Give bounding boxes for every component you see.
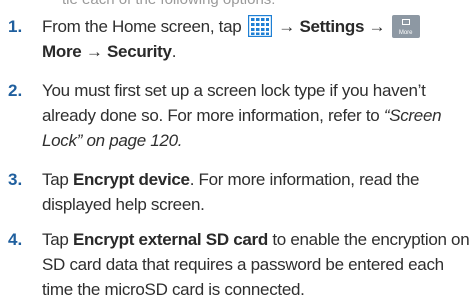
arrow: → (368, 17, 386, 36)
step-text: Tap Encrypt device. For more information… (42, 167, 470, 217)
apps-grid-icon (247, 15, 272, 37)
encrypt-device-label: Encrypt device (72, 170, 190, 189)
step-number: 3. (8, 170, 23, 189)
settings-label: Settings (299, 17, 365, 36)
step-text: You must first set up a screen lock type… (42, 78, 470, 153)
more-settings-icon: More (391, 15, 420, 38)
step-text-part: You must first set up a screen lock type… (42, 81, 426, 125)
step-number: 1. (8, 17, 23, 36)
step-text: Tap Encrypt external SD card to enable t… (42, 227, 470, 302)
step-text: From the Home screen, tap → Settings → M… (42, 14, 470, 64)
more-label: More (42, 42, 82, 61)
cropped-text-line: tle each of the following options: (62, 0, 275, 8)
manual-page: tle each of the following options: 1. Fr… (0, 0, 473, 303)
more-icon-label: More (398, 30, 413, 36)
step-number: 4. (8, 230, 23, 249)
step-number: 2. (8, 81, 23, 100)
arrow: → (278, 17, 295, 36)
encrypt-sd-card-label: Encrypt external SD card (72, 230, 268, 249)
step-text-part: Tap (42, 170, 73, 189)
security-label: Security (107, 42, 172, 61)
step-text-part: Tap (42, 230, 73, 249)
step-text-part: From the Home screen, tap (42, 17, 242, 36)
punctuation: . (171, 42, 177, 61)
arrow: → (85, 42, 103, 61)
